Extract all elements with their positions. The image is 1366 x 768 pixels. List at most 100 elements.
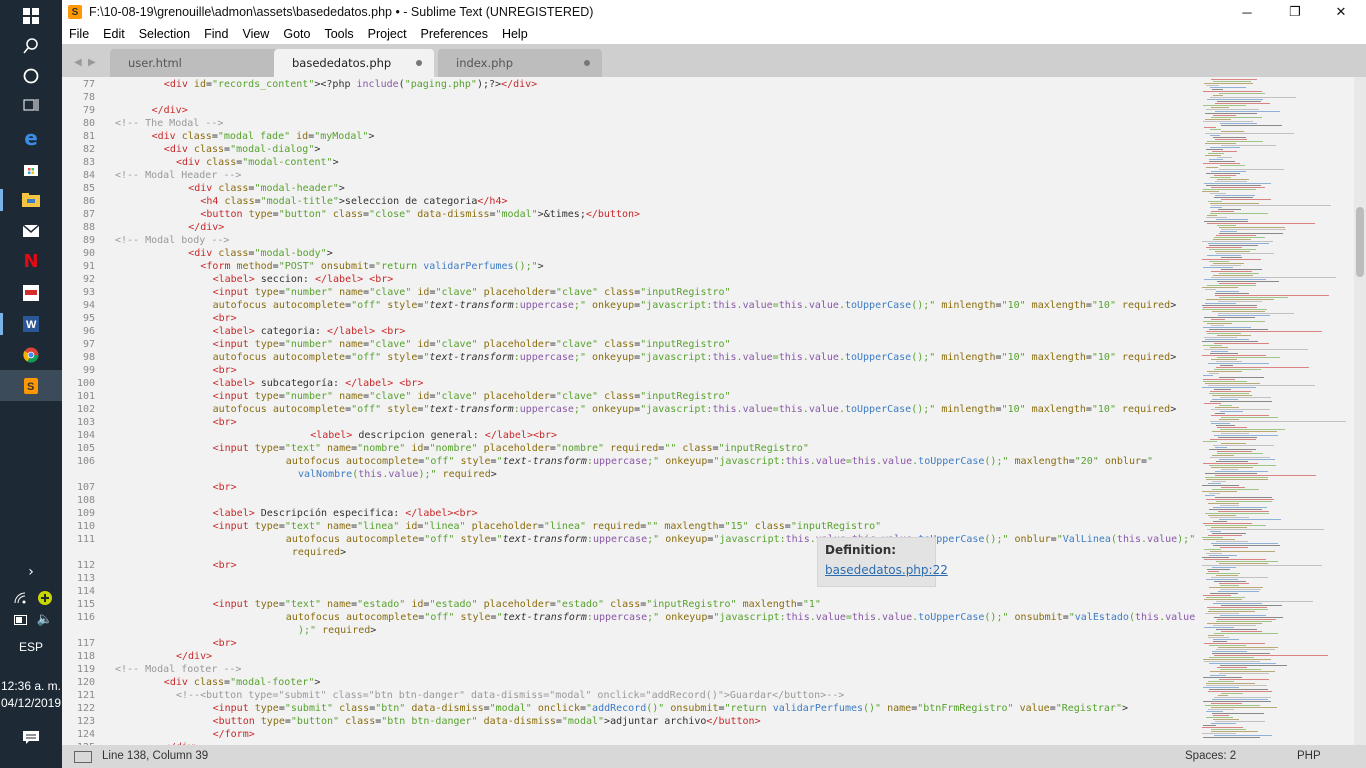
- edge-icon[interactable]: e: [0, 122, 62, 153]
- code-line[interactable]: 81 <div class="modal fade" id="myModal">: [62, 130, 1202, 143]
- minimap-line: [1210, 401, 1272, 402]
- unsaved-dot-icon[interactable]: [416, 60, 422, 66]
- minimize-button[interactable]: ─: [1224, 0, 1270, 24]
- code-line[interactable]: 110 <input type="text" name="linea" id="l…: [62, 520, 1202, 533]
- line-number: 81: [82, 131, 95, 142]
- code-line[interactable]: 96 <label> categoria: </label> <br>: [62, 325, 1202, 338]
- code-line[interactable]: 112 <br>: [62, 559, 1202, 572]
- definition-link[interactable]: basededatos.php:22: [825, 563, 948, 577]
- code-line[interactable]: 89 <!-- Modal body -->: [62, 234, 1202, 247]
- code-line[interactable]: 91 <form method="POST" onsubmit="return v…: [62, 260, 1202, 273]
- menu-file[interactable]: File: [62, 27, 96, 41]
- code-line[interactable]: 111 autofocus autocomplete="off" style="t…: [62, 533, 1202, 546]
- code-line[interactable]: 94 autofocus autocomplete="off" style="te…: [62, 299, 1202, 312]
- code-line[interactable]: required>: [62, 546, 1202, 559]
- language-indicator[interactable]: ESP: [0, 640, 62, 654]
- code-line[interactable]: 95 <br>: [62, 312, 1202, 325]
- menu-help[interactable]: Help: [495, 27, 535, 41]
- minimap[interactable]: [1202, 77, 1354, 745]
- minimap-line: [1203, 725, 1216, 726]
- code-line[interactable]: 84 <!-- Modal Header -->: [62, 169, 1202, 182]
- code-line[interactable]: 101 <input type="number" name="clave" id=…: [62, 390, 1202, 403]
- tab-index-php[interactable]: index.php: [438, 49, 602, 77]
- menu-tools[interactable]: Tools: [317, 27, 360, 41]
- indentation-setting[interactable]: Spaces: 2: [1185, 750, 1236, 762]
- search-icon[interactable]: [0, 30, 62, 61]
- code-line[interactable]: 98 autofocus autocomplete="off" style="te…: [62, 351, 1202, 364]
- code-line[interactable]: 103 <br>: [62, 416, 1202, 429]
- code-line[interactable]: 108: [62, 494, 1202, 507]
- word-icon[interactable]: W: [0, 308, 62, 339]
- minimap-line: [1213, 715, 1229, 716]
- code-line[interactable]: 82 <div class="modal-dialog">: [62, 143, 1202, 156]
- tab-next-icon[interactable]: ▶: [88, 57, 96, 68]
- vertical-scrollbar[interactable]: [1354, 77, 1366, 745]
- code-line[interactable]: 109 <label> Descripción especifica: </lab…: [62, 507, 1202, 520]
- menu-project[interactable]: Project: [361, 27, 414, 41]
- code-line[interactable]: 124 </form>: [62, 728, 1202, 741]
- panel-toggle-icon[interactable]: [74, 751, 92, 763]
- code-line[interactable]: 87 <button type="button" class="close" da…: [62, 208, 1202, 221]
- cortana-icon[interactable]: [0, 60, 62, 91]
- code-line[interactable]: 106 autofocus autocomplete="off" style="t…: [62, 455, 1202, 468]
- windows-start-icon[interactable]: [0, 0, 62, 31]
- minimap-line: [1205, 477, 1268, 478]
- code-line[interactable]: 104 <label> descripcion general: </label>…: [62, 429, 1202, 442]
- code-line[interactable]: 92 <label> seccion: </label> <br>: [62, 273, 1202, 286]
- app-icon[interactable]: [0, 277, 62, 308]
- code-line[interactable]: valNombre(this.value);" required>: [62, 468, 1202, 481]
- code-line[interactable]: 88 </div>: [62, 221, 1202, 234]
- code-line[interactable]: 117 <br>: [62, 637, 1202, 650]
- maximize-button[interactable]: ❐: [1272, 0, 1318, 24]
- task-view-icon[interactable]: [0, 89, 62, 120]
- clock[interactable]: 12:36 a. m. 04/12/2019: [0, 678, 62, 712]
- code-line[interactable]: 100 <label> subcategoría: </label> <br>: [62, 377, 1202, 390]
- tab-prev-icon[interactable]: ◀: [74, 57, 82, 68]
- minimap-line: [1220, 585, 1239, 586]
- store-icon[interactable]: [0, 153, 62, 184]
- file-explorer-icon[interactable]: [0, 184, 62, 215]
- tab-basededatos-php[interactable]: basededatos.php: [274, 49, 434, 77]
- scroll-thumb[interactable]: [1356, 207, 1364, 277]
- code-line[interactable]: 123 <button type="button" class="btn btn-…: [62, 715, 1202, 728]
- code-line[interactable]: 80 <!-- The Modal -->: [62, 117, 1202, 130]
- code-line[interactable]: 118 </div>: [62, 650, 1202, 663]
- code-line[interactable]: 107 <br>: [62, 481, 1202, 494]
- menu-view[interactable]: View: [235, 27, 276, 41]
- sublime-text-icon[interactable]: S: [0, 370, 62, 401]
- code-line[interactable]: 121 <!--<button type="submit" class="btn …: [62, 689, 1202, 702]
- code-editor[interactable]: 77 <div id="records_content"><?php includ…: [62, 77, 1202, 745]
- code-line[interactable]: 116 autofocus autocomplete="off" style="t…: [62, 611, 1202, 624]
- netflix-icon[interactable]: N: [0, 246, 62, 277]
- code-line[interactable]: 113: [62, 572, 1202, 585]
- menu-find[interactable]: Find: [197, 27, 235, 41]
- code-line[interactable]: 79 </div>: [62, 104, 1202, 117]
- close-button[interactable]: ✕: [1318, 0, 1364, 24]
- unsaved-dot-icon[interactable]: [584, 60, 590, 66]
- code-line[interactable]: 93 <input type="number" name="clave" id="…: [62, 286, 1202, 299]
- code-line[interactable]: 85 <div class="modal-header">: [62, 182, 1202, 195]
- code-line[interactable]: 122 <input type="submit" class="btn" data…: [62, 702, 1202, 715]
- code-line[interactable]: 120 <div class="modal-footer">: [62, 676, 1202, 689]
- code-line[interactable]: 90 <div class="modal-body">: [62, 247, 1202, 260]
- code-line[interactable]: 99 <br>: [62, 364, 1202, 377]
- menu-preferences[interactable]: Preferences: [414, 27, 495, 41]
- syntax-setting[interactable]: PHP: [1297, 750, 1321, 762]
- code-line[interactable]: 83 <div class="modal-content">: [62, 156, 1202, 169]
- code-line[interactable]: 86 <h4 class="modal-title">seleccion de c…: [62, 195, 1202, 208]
- mail-icon[interactable]: [0, 215, 62, 246]
- code-line[interactable]: 115 <input type="text" name="estado" id="…: [62, 598, 1202, 611]
- action-center-icon[interactable]: [0, 722, 62, 753]
- menu-edit[interactable]: Edit: [96, 27, 132, 41]
- code-line[interactable]: 114: [62, 585, 1202, 598]
- code-line[interactable]: );" required>: [62, 624, 1202, 637]
- code-line[interactable]: 102 autofocus autocomplete="off" style="t…: [62, 403, 1202, 416]
- code-line[interactable]: 97 <input type="number" name="clave" id="…: [62, 338, 1202, 351]
- code-line[interactable]: 119 <!-- Modal footer -->: [62, 663, 1202, 676]
- code-line[interactable]: 105 <input type="text" name="nombre" id="…: [62, 442, 1202, 455]
- chrome-icon[interactable]: [0, 339, 62, 370]
- menu-selection[interactable]: Selection: [132, 27, 197, 41]
- code-line[interactable]: 78: [62, 91, 1202, 104]
- code-line[interactable]: 77 <div id="records_content"><?php includ…: [62, 78, 1202, 91]
- menu-goto[interactable]: Goto: [276, 27, 317, 41]
